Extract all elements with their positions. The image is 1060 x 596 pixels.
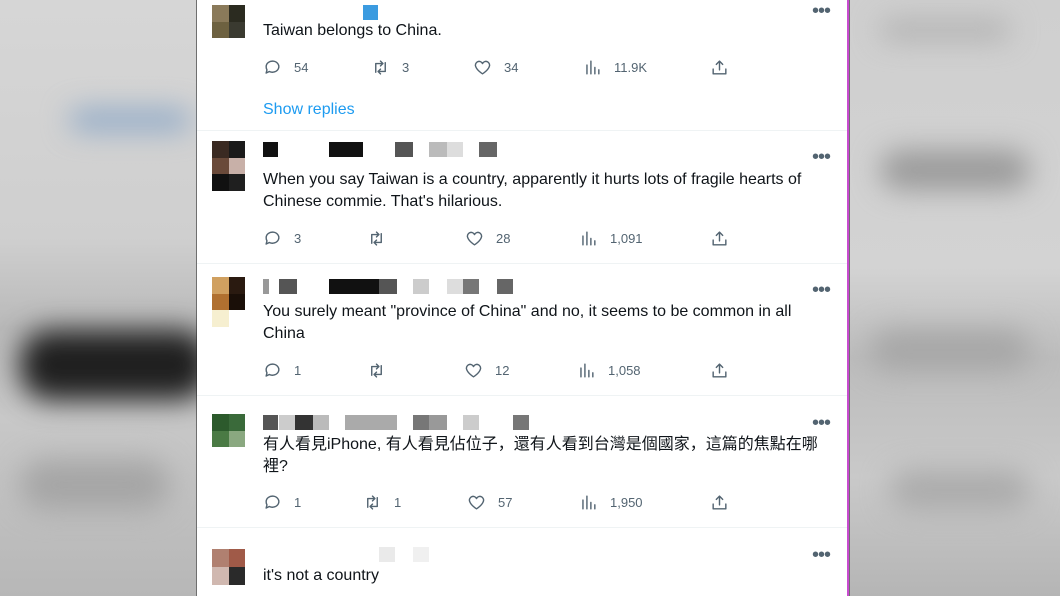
share-icon (712, 230, 727, 246)
divider (197, 263, 847, 264)
retweet-button[interactable] (367, 228, 398, 248)
more-icon[interactable]: ••• (812, 280, 831, 300)
share-icon (712, 494, 727, 510)
views-icon (582, 230, 596, 246)
reply-count: 1 (294, 494, 302, 510)
share-button[interactable] (710, 492, 729, 512)
views-icon (580, 362, 594, 378)
views-button[interactable]: 11.9K (583, 57, 647, 77)
reply-button[interactable]: 54 (263, 57, 308, 77)
reply-thread-panel: ••• Taiwan belongs to China. 54 3 34 11.… (197, 0, 847, 596)
divider (197, 527, 847, 528)
views-count: 1,091 (610, 230, 643, 246)
backdrop-blob (890, 470, 1030, 510)
views-icon (582, 494, 596, 510)
views-count: 1,950 (610, 494, 643, 510)
tweet-text: You surely meant "province of China" and… (263, 303, 792, 342)
like-icon (466, 231, 483, 246)
share-button[interactable] (710, 57, 729, 77)
backdrop-blob (20, 330, 210, 400)
tweet-text: 有人看見iPhone, 有人看見佔位子，還有人看到台灣是個國家，這篇的焦點在哪裡… (263, 436, 818, 475)
retweet-count: 1 (394, 494, 402, 510)
retweet-icon (371, 362, 382, 378)
backdrop-blob (880, 20, 1010, 40)
retweet-button[interactable] (367, 360, 398, 380)
backdrop-blob (880, 150, 1030, 190)
reply-button[interactable]: 1 (263, 492, 301, 512)
share-button[interactable] (710, 228, 729, 248)
reply-button[interactable]: 1 (263, 360, 301, 380)
more-icon[interactable]: ••• (812, 147, 831, 167)
tweet-text: it's not a country (263, 567, 379, 584)
tweet-actions: 54 3 34 11.9K (263, 57, 783, 77)
avatar[interactable] (212, 549, 245, 585)
retweet-icon (375, 59, 386, 75)
tweet-actions: 3 28 1,091 (263, 228, 783, 248)
like-button[interactable]: 12 (464, 360, 509, 380)
like-button[interactable]: 28 (465, 228, 510, 248)
divider (197, 130, 847, 131)
more-icon[interactable]: ••• (812, 545, 831, 565)
share-icon (712, 362, 727, 378)
views-count: 1,058 (608, 362, 641, 378)
more-icon[interactable]: ••• (812, 1, 831, 21)
like-count: 28 (496, 230, 511, 246)
tweet-text: When you say Taiwan is a country, appare… (263, 171, 802, 210)
reply-count: 3 (294, 230, 302, 246)
backdrop-blob (70, 110, 190, 130)
like-icon (465, 363, 482, 378)
avatar[interactable] (212, 414, 245, 447)
retweet-icon (367, 494, 378, 510)
retweet-count: 3 (402, 59, 410, 75)
views-button[interactable]: 1,950 (579, 492, 643, 512)
tweet-text: Taiwan belongs to China. (263, 22, 442, 39)
reply-count: 1 (294, 362, 302, 378)
like-button[interactable]: 34 (473, 57, 518, 77)
views-count: 11.9K (614, 59, 648, 75)
show-replies-link[interactable]: Show replies (263, 101, 355, 119)
reply-icon (265, 59, 280, 74)
share-icon (712, 59, 727, 75)
divider (197, 395, 847, 396)
avatar[interactable] (212, 5, 245, 38)
reply-icon (265, 230, 280, 245)
views-icon (586, 59, 600, 75)
like-icon (474, 60, 491, 75)
tweet-actions: 1 12 1,058 (263, 360, 783, 380)
like-count: 34 (504, 59, 519, 75)
retweet-icon (371, 230, 382, 246)
retweet-button[interactable]: 1 (363, 492, 401, 512)
backdrop-blob (870, 330, 1030, 370)
reply-icon (265, 494, 280, 509)
share-button[interactable] (710, 360, 729, 380)
reply-count: 54 (294, 59, 309, 75)
panel-edge (847, 0, 849, 596)
retweet-button[interactable]: 3 (371, 57, 409, 77)
avatar[interactable] (212, 277, 245, 327)
like-count: 12 (495, 362, 510, 378)
avatar[interactable] (212, 141, 245, 191)
tweet-actions: 1 1 57 1,950 (263, 492, 783, 512)
like-button[interactable]: 57 (467, 492, 512, 512)
reply-button[interactable]: 3 (263, 228, 301, 248)
like-count: 57 (498, 494, 513, 510)
reply-icon (265, 362, 280, 377)
views-button[interactable]: 1,091 (579, 228, 643, 248)
more-icon[interactable]: ••• (812, 413, 831, 433)
like-icon (468, 495, 485, 510)
backdrop-blob (20, 460, 170, 510)
views-button[interactable]: 1,058 (577, 360, 641, 380)
